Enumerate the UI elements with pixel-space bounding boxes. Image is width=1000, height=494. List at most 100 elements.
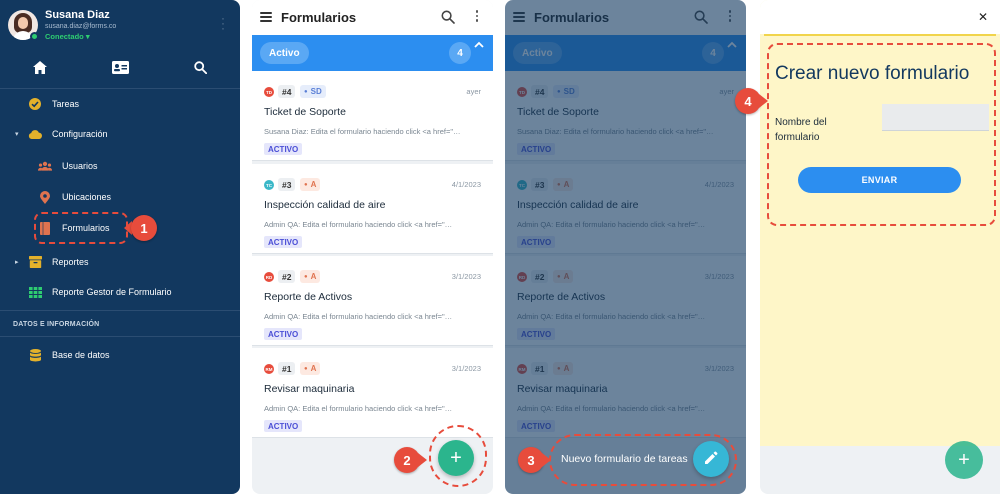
form-number-tag: #1 xyxy=(278,362,296,375)
user-profile[interactable]: Susana Diaz susana.diaz@forms.co Conecta… xyxy=(8,8,233,44)
avatar: RM xyxy=(264,364,274,374)
chevron-up-icon[interactable] xyxy=(474,40,484,50)
form-date: ayer xyxy=(466,87,481,96)
callout-pointer xyxy=(542,453,551,467)
sidebar-item-label: Usuarios xyxy=(62,161,98,171)
sidebar-item-tareas[interactable]: Tareas xyxy=(0,92,240,116)
grid-icon xyxy=(28,285,42,299)
form-number-tag: #3 xyxy=(278,178,296,191)
callout-badge-3: 3 xyxy=(518,447,544,473)
sidebar-panel: Susana Diaz susana.diaz@forms.co Conecta… xyxy=(0,0,240,494)
create-form-panel: ✕ Crear nuevo formulario Nombre del form… xyxy=(760,0,1000,494)
check-circle-icon xyxy=(28,97,42,111)
form-date: 3/1/2023 xyxy=(451,364,481,373)
person-icon: ● xyxy=(304,88,308,95)
form-number-tag: #2 xyxy=(278,270,296,283)
sidebar-item-base-datos[interactable]: Base de datos xyxy=(0,343,240,367)
status-badge: ACTIVO xyxy=(264,143,303,155)
count-badge: 4 xyxy=(449,42,471,64)
sidebar-item-reportes[interactable]: ▸ Reportes xyxy=(0,250,240,274)
cloud-icon xyxy=(28,127,42,141)
avatar: RD xyxy=(264,272,274,282)
sidebar-item-reporte-gestor[interactable]: Reporte Gestor de Formulario xyxy=(0,280,240,304)
more-vert-icon[interactable] xyxy=(475,10,479,24)
callout-badge-2: 2 xyxy=(394,447,420,473)
form-card[interactable]: TC #3 ●A 4/1/2023 Inspección calidad de aire… xyxy=(252,164,493,254)
form-title: Inspección calidad de aire xyxy=(264,199,386,211)
form-title: Ticket de Soporte xyxy=(264,106,346,118)
fab-action-label[interactable]: Nuevo formulario de tareas xyxy=(561,453,688,465)
close-icon[interactable]: ✕ xyxy=(978,10,988,24)
assignee-tag: ●SD xyxy=(300,85,326,98)
avatar: TD xyxy=(264,87,274,97)
sidebar-item-configuracion[interactable]: ▾ Configuración xyxy=(0,122,240,146)
status-badge: ACTIVO xyxy=(264,420,303,432)
sidebar-item-label: Base de datos xyxy=(52,350,110,360)
form-date: 4/1/2023 xyxy=(451,180,481,189)
user-name: Susana Diaz xyxy=(45,9,110,21)
page-title: Formularios xyxy=(281,10,357,25)
person-icon: ● xyxy=(304,181,308,188)
id-card-icon[interactable] xyxy=(80,52,160,82)
person-icon: ● xyxy=(304,365,308,372)
forms-list-panel: Formularios Activo 4 TD #4 ● SD ayer Ticket d… xyxy=(252,0,493,494)
sidebar-item-label: Ubicaciones xyxy=(62,192,112,202)
sidebar-top-nav xyxy=(0,52,240,82)
tab-activo[interactable]: Activo xyxy=(260,42,309,64)
form-card[interactable]: TD #4 ●SD ayer Ticket de Soporte Susana Diaz:… xyxy=(252,71,493,161)
sidebar-item-label: Configuración xyxy=(52,129,108,139)
caret-right-icon: ▸ xyxy=(15,259,19,266)
sidebar-item-ubicaciones[interactable]: Ubicaciones xyxy=(0,185,240,209)
fab-menu-panel: Formularios Activo 4 TD#4●SDayerTicket d… xyxy=(505,0,746,494)
sidebar-item-usuarios[interactable]: Usuarios xyxy=(0,154,240,178)
divider xyxy=(764,34,996,36)
callout-badge-1: 1 xyxy=(131,215,157,241)
form-title: Revisar maquinaria xyxy=(264,383,355,395)
divider xyxy=(0,310,240,311)
sidebar-item-label: Reporte Gestor de Formulario xyxy=(52,287,172,297)
online-status-dot xyxy=(30,32,39,41)
highlight-fab xyxy=(429,425,487,487)
more-options-icon[interactable]: · · · xyxy=(221,12,225,34)
database-icon xyxy=(28,348,42,362)
users-icon xyxy=(38,159,52,173)
caret-down-icon: ▾ xyxy=(15,131,19,138)
status-badge: ACTIVO xyxy=(264,236,303,248)
form-description: Admin QA: Edita el formulario haciendo c… xyxy=(264,312,453,321)
callout-pointer xyxy=(759,94,768,108)
sidebar-item-label: Tareas xyxy=(52,99,80,109)
status-tab-bar: Activo 4 xyxy=(252,35,493,71)
search-icon[interactable] xyxy=(160,52,240,82)
search-icon[interactable] xyxy=(441,10,455,24)
new-task-form-button[interactable] xyxy=(693,441,729,477)
divider xyxy=(0,336,240,337)
form-number-tag: #4 xyxy=(278,85,296,98)
divider xyxy=(0,88,240,89)
sidebar-item-label: Reportes xyxy=(52,257,89,267)
menu-icon[interactable] xyxy=(260,12,272,22)
sheet-header xyxy=(760,0,1000,34)
section-heading: DATOS E INFORMACIÓN xyxy=(13,321,100,328)
tutorial-composite: Susana Diaz susana.diaz@forms.co Conecta… xyxy=(0,0,1000,494)
plus-icon: + xyxy=(958,448,970,471)
form-description: Susana Diaz: Edita el formulario haciend… xyxy=(264,127,461,136)
callout-badge-4: 4 xyxy=(735,88,761,114)
backdrop-overlay[interactable] xyxy=(505,0,746,494)
pencil-icon xyxy=(704,448,718,471)
form-description: Admin QA: Edita el formulario haciendo c… xyxy=(264,404,453,413)
add-form-button[interactable]: + xyxy=(945,441,983,479)
archive-icon xyxy=(28,255,42,269)
assignee-tag: ●A xyxy=(300,270,321,283)
form-description: Admin QA: Edita el formulario haciendo c… xyxy=(264,220,453,229)
callout-pointer xyxy=(418,453,427,467)
highlight-formularios xyxy=(34,212,128,244)
form-card[interactable]: RD #2 ●A 3/1/2023 Reporte de Activos Admin QA… xyxy=(252,256,493,346)
status-badge: ACTIVO xyxy=(264,328,303,340)
pin-icon xyxy=(38,190,52,204)
home-icon[interactable] xyxy=(0,52,80,82)
person-icon: ● xyxy=(304,273,308,280)
avatar: TC xyxy=(264,180,274,190)
assignee-tag: ●A xyxy=(300,362,321,375)
user-email: susana.diaz@forms.co xyxy=(45,23,117,30)
user-status[interactable]: Conectado ▾ xyxy=(45,32,90,41)
